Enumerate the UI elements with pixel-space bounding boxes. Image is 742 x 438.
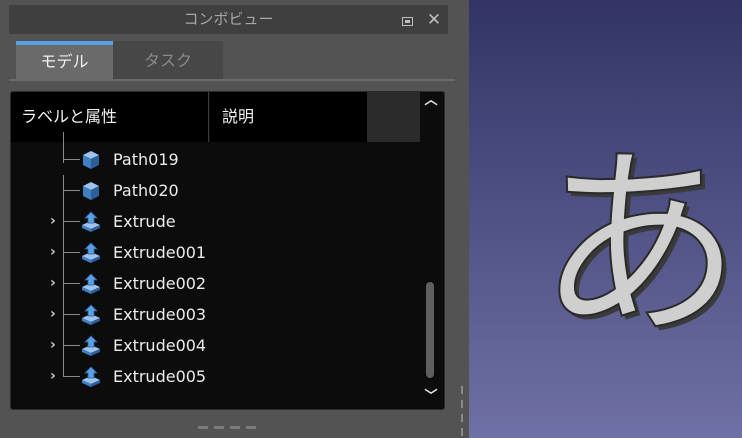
- tree-item-extrude003[interactable]: › Extrude003: [11, 299, 421, 330]
- column-header-label[interactable]: ラベルと属性: [11, 92, 209, 142]
- extrude-icon: [82, 335, 100, 356]
- combo-view-panel: コンボビュー ✕ モデル タスク ラベルと属性 説明 Path019 Path02…: [0, 0, 461, 438]
- tree-item-extrude004[interactable]: › Extrude004: [11, 330, 421, 361]
- close-panel-icon[interactable]: ✕: [424, 10, 444, 30]
- tree-branch-line: [64, 159, 80, 160]
- tree-item-label: Extrude: [113, 212, 176, 231]
- expand-chevron-icon[interactable]: ›: [50, 368, 64, 384]
- tree-item-path019[interactable]: Path019: [11, 132, 421, 175]
- model-tree[interactable]: ラベルと属性 説明 Path019 Path020 › Extrude › Extrude…: [10, 91, 445, 410]
- splitter-handle-icon[interactable]: [461, 386, 464, 438]
- tree-item-extrude[interactable]: › Extrude: [11, 206, 421, 237]
- panel-title: コンボビュー: [183, 10, 274, 28]
- extrude-icon: [82, 366, 100, 387]
- column-header-description[interactable]: 説明: [210, 92, 367, 142]
- extrude-icon: [82, 211, 100, 232]
- scrollbar-thumb[interactable]: [426, 282, 434, 378]
- scroll-down-icon[interactable]: ﹀: [424, 390, 438, 404]
- tree-item-extrude005[interactable]: › Extrude005: [11, 361, 421, 392]
- tree-item-extrude001[interactable]: › Extrude001: [11, 237, 421, 268]
- tree-item-extrude002[interactable]: › Extrude002: [11, 268, 421, 299]
- float-panel-icon[interactable]: [402, 17, 413, 26]
- tree-branch-line: [64, 345, 80, 346]
- tree-branch-line: [64, 314, 80, 315]
- tree-item-path020[interactable]: Path020: [11, 175, 421, 206]
- extrude-icon: [82, 273, 100, 294]
- resize-grip-icon[interactable]: [198, 426, 256, 429]
- tree-item-label: Extrude001: [113, 243, 207, 262]
- extrude-icon: [82, 304, 100, 325]
- tab-model[interactable]: モデル: [16, 41, 113, 79]
- tree-item-label: Extrude005: [113, 367, 207, 386]
- extrude-icon: [82, 242, 100, 263]
- tree-item-label: Extrude002: [113, 274, 207, 293]
- tab-task[interactable]: タスク: [113, 41, 223, 79]
- model-face: あ: [537, 127, 742, 365]
- tree-item-label: Path020: [113, 181, 179, 200]
- panel-splitter[interactable]: [461, 0, 469, 438]
- tree-item-label: Path019: [113, 150, 179, 169]
- expand-chevron-icon[interactable]: ›: [50, 337, 64, 353]
- expand-chevron-icon[interactable]: ›: [50, 275, 64, 291]
- tree-branch-line: [64, 376, 80, 377]
- 3d-viewport[interactable]: あ あ: [469, 0, 742, 438]
- cube-icon: [83, 182, 99, 200]
- tree-branch-line: [64, 221, 80, 222]
- tree-branch-line: [64, 190, 80, 191]
- tree-item-label: Extrude004: [113, 336, 207, 355]
- expand-chevron-icon[interactable]: ›: [50, 244, 64, 260]
- extruded-text-model[interactable]: あ あ: [469, 0, 742, 438]
- column-header-empty: [367, 92, 420, 142]
- tree-scrollbar[interactable]: ︿ ﹀: [420, 92, 442, 408]
- expand-chevron-icon[interactable]: ›: [50, 213, 64, 229]
- tree-item-label: Extrude003: [113, 305, 207, 324]
- tree-branch-line: [64, 283, 80, 284]
- tree-branch-line: [64, 252, 80, 253]
- expand-chevron-icon[interactable]: ›: [50, 306, 64, 322]
- cube-icon: [83, 151, 99, 169]
- scroll-up-icon[interactable]: ︿: [424, 94, 438, 108]
- tab-divider: [9, 79, 455, 81]
- panel-titlebar[interactable]: コンボビュー ✕: [9, 5, 448, 34]
